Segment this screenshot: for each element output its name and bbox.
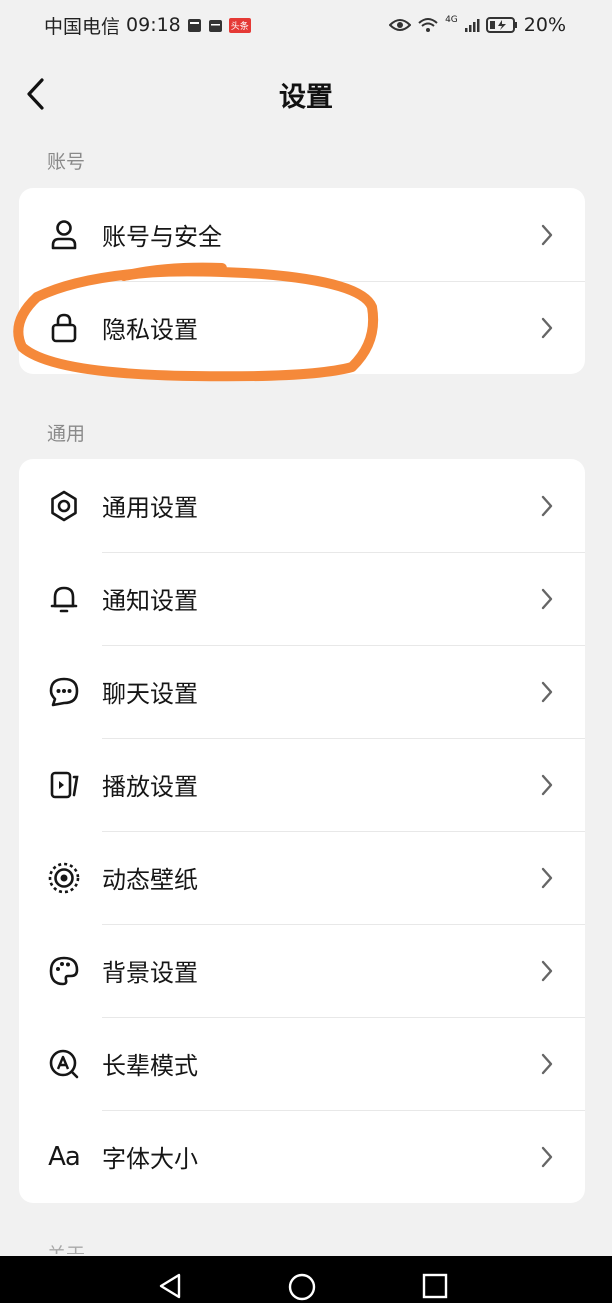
settings-item-font-size[interactable]: Aa 字体大小 — [19, 1110, 585, 1203]
user-icon — [47, 218, 81, 252]
settings-item-label: 隐私设置 — [102, 316, 198, 344]
settings-item-background[interactable]: 背景设置 — [19, 924, 585, 1017]
toutiao-app-badge: 头条 — [228, 17, 251, 33]
nav-home-button[interactable] — [287, 1272, 317, 1303]
battery-percent: 20% — [523, 14, 566, 36]
chevron-right-icon — [539, 773, 555, 797]
settings-item-privacy[interactable]: 隐私设置 — [19, 281, 585, 374]
network-type: 4G — [445, 15, 458, 25]
signal-icon — [464, 17, 480, 33]
header-bar: 设置 — [0, 60, 612, 128]
settings-item-label: 长辈模式 — [102, 1052, 198, 1080]
chevron-left-icon — [27, 78, 44, 110]
settings-item-live-wallpaper[interactable]: 动态壁纸 — [19, 831, 585, 924]
nav-recents-button[interactable] — [421, 1272, 449, 1303]
general-card: 通用设置 通知设置 聊天设置 播放设置 动态壁纸 背景设置 长辈模式 Aa 字体… — [19, 459, 585, 1203]
chevron-right-icon — [539, 1145, 555, 1169]
settings-item-elder-mode[interactable]: 长辈模式 — [19, 1017, 585, 1110]
status-left: 中国电信 09:18 头条 — [44, 12, 251, 39]
lock-icon — [47, 311, 81, 345]
gear-icon — [47, 489, 81, 523]
palette-icon — [47, 954, 81, 988]
settings-item-label: 聊天设置 — [102, 680, 198, 708]
page-title: 设置 — [279, 81, 333, 113]
elder-mode-icon — [47, 1047, 81, 1081]
font-size-icon-text: Aa — [48, 1141, 81, 1172]
chevron-right-icon — [539, 223, 555, 247]
chevron-right-icon — [539, 866, 555, 890]
account-card: 账号与安全 隐私设置 — [19, 188, 585, 374]
settings-item-playback[interactable]: 播放设置 — [19, 738, 585, 831]
settings-item-label: 字体大小 — [102, 1145, 198, 1173]
settings-item-chat[interactable]: 聊天设置 — [19, 645, 585, 738]
square-recents-icon — [422, 1273, 448, 1299]
section-label-general: 通用 — [47, 423, 86, 445]
settings-item-label: 背景设置 — [102, 959, 198, 987]
chevron-right-icon — [539, 587, 555, 611]
calendar-icon — [208, 18, 223, 33]
settings-item-label: 播放设置 — [102, 773, 198, 801]
settings-item-label: 通用设置 — [102, 494, 198, 522]
clock: 09:18 — [126, 14, 181, 36]
carrier-label: 中国电信 — [44, 15, 121, 38]
status-right: 4G 20% — [389, 14, 566, 36]
eye-icon — [389, 18, 412, 32]
chevron-right-icon — [539, 959, 555, 983]
message-icon — [187, 18, 202, 33]
wifi-icon — [417, 17, 439, 33]
settings-item-general[interactable]: 通用设置 — [19, 459, 585, 552]
status-bar: 中国电信 09:18 头条 4G 20% — [0, 0, 612, 50]
section-label-about: 关于 — [47, 1240, 85, 1254]
battery-icon — [485, 16, 518, 34]
chevron-right-icon — [539, 1052, 555, 1076]
circle-home-icon — [288, 1273, 316, 1301]
play-screen-icon — [47, 768, 81, 802]
nav-back-button[interactable] — [157, 1272, 183, 1303]
chevron-right-icon — [539, 680, 555, 704]
back-button[interactable] — [16, 72, 56, 116]
font-size-icon: Aa — [47, 1140, 81, 1174]
chevron-right-icon — [539, 494, 555, 518]
triangle-back-icon — [159, 1273, 181, 1299]
system-nav-bar — [0, 1256, 612, 1303]
chat-bubble-icon — [47, 675, 81, 709]
live-wallpaper-icon — [47, 861, 81, 895]
chevron-right-icon — [539, 316, 555, 340]
settings-item-label: 账号与安全 — [102, 223, 222, 251]
settings-item-label: 动态壁纸 — [102, 866, 198, 894]
bell-icon — [47, 582, 81, 616]
section-label-account: 账号 — [47, 151, 86, 173]
settings-item-notification[interactable]: 通知设置 — [19, 552, 585, 645]
settings-item-label: 通知设置 — [102, 587, 198, 615]
settings-item-account-security[interactable]: 账号与安全 — [19, 188, 585, 281]
